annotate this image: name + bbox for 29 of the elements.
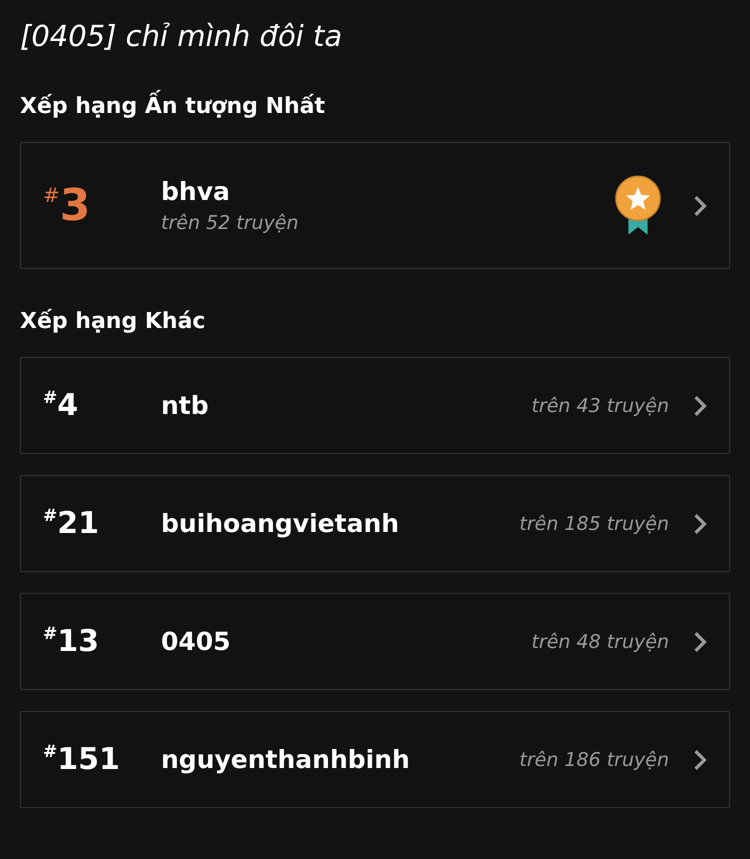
page-title: [0405] chỉ mình đôi ta (20, 18, 344, 55)
rank-number: $^{#}$3 (43, 180, 92, 231)
story-count: trên 52 truyện (161, 212, 300, 234)
user-name: buihoangvietanh (161, 509, 400, 538)
chevron-right-icon (693, 630, 707, 652)
rank-number: $^{#}$21 (43, 506, 100, 541)
medal-icon (615, 174, 661, 236)
chevron-right-icon (693, 512, 707, 534)
section-heading: Xếp hạng Khác (20, 308, 206, 336)
story-count: trên 186 truyện (519, 748, 669, 770)
user-name: 0405 (161, 627, 232, 656)
ranking-row[interactable]: $^{#}$21 buihoangvietanh trên 185 truyện (20, 475, 730, 572)
rank-number: $^{#}$151 (43, 742, 121, 777)
rank-number: $^{#}$4 (43, 388, 80, 423)
section-heading: Xếp hạng Ấn tượng Nhất (20, 92, 730, 122)
rank-number: $^{#}$13 (43, 624, 100, 659)
chevron-right-icon (693, 394, 707, 416)
ranking-row[interactable]: $^{#}$3 bhva trên 52 truyện (20, 142, 730, 269)
story-count: trên 48 truyện (531, 630, 669, 652)
story-count: trên 43 truyện (531, 394, 669, 416)
ranking-row[interactable]: $^{#}$151 nguyenthanhbinh trên 186 truyện (20, 711, 730, 808)
user-name: bhva (161, 177, 231, 206)
chevron-right-icon (693, 194, 707, 216)
story-count: trên 185 truyện (519, 512, 669, 534)
ranking-row[interactable]: $^{#}$13 0405 trên 48 truyện (20, 593, 730, 690)
chevron-right-icon (693, 748, 707, 770)
ranking-row[interactable]: $^{#}$4 ntb trên 43 truyện (20, 357, 730, 454)
user-name: ntb (161, 391, 210, 420)
user-name: nguyenthanhbinh (161, 745, 411, 774)
